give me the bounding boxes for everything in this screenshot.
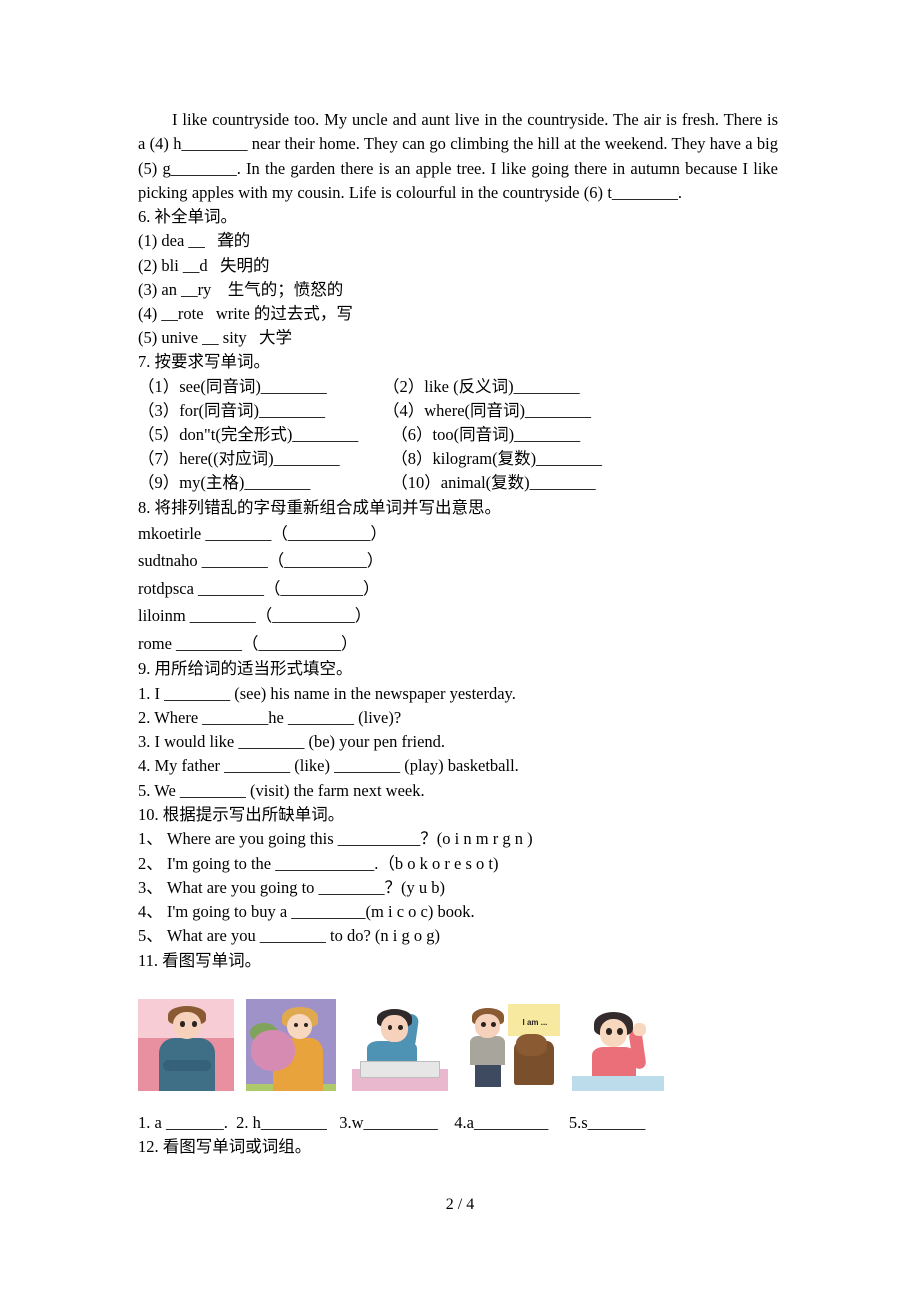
exercise-7-title: 7. 按要求写单词。 (138, 352, 270, 372)
exercise-11-picture-strip: I am ... (138, 998, 778, 1099)
exercise-9-item: 4. My father ________ (like) ________ (p… (138, 756, 519, 776)
exercise-10-item: 5、 What are you ________ to do? (n i g o… (138, 926, 440, 946)
page-content: I like countryside too. My uncle and aun… (138, 108, 778, 1159)
exercise-6-title: 6. 补全单词。 (138, 207, 237, 227)
picture-woman-with-flowers (246, 998, 336, 1091)
exercise-7-item-left: （7）here((对应词)________ (138, 449, 340, 469)
exercise-7: 7. 按要求写单词。 （1）see(同音词)________ （2）like (… (138, 350, 778, 495)
exercise-7-item-right: （4）where(同音词)________ (383, 400, 592, 420)
exercise-10-title: 10. 根据提示写出所缺单词。 (138, 805, 345, 825)
exercise-6-item: (4) __rote write 的过去式，写 (138, 304, 353, 323)
speech-bubble-text: I am ... (522, 1017, 548, 1027)
exercise-7-item-left: （1）see(同音词)________ (138, 376, 327, 396)
exercise-9-item: 1. I ________ (see) his name in the news… (138, 683, 516, 703)
exercise-8: 8. 将排列错乱的字母重新组合成单词并写出意思。 mkoetirle _____… (138, 496, 778, 658)
exercise-10: 10. 根据提示写出所缺单词。 1、 Where are you going t… (138, 803, 778, 949)
exercise-7-item-left: （9）my(主格)________ (138, 473, 311, 493)
exercise-9-item: 5. We ________ (visit) the farm next wee… (138, 780, 425, 800)
exercise-7-item-right: （10）animal(复数)________ (383, 473, 596, 493)
exercise-8-item: sudtnaho ________（__________） (138, 551, 384, 571)
picture-girl-raising-hand (572, 998, 664, 1091)
exercise-9: 9. 用所给词的适当形式填空。 1. I ________ (see) his … (138, 657, 778, 803)
exercise-11: 11. 看图写单词。 I am ... 1. a _______. 2. h__… (138, 949, 778, 1136)
exercise-8-item: rotdpsca ________（__________） (138, 578, 380, 598)
exercise-7-row: （1）see(同音词)________ （2）like (反义词)_______… (138, 375, 778, 399)
exercise-10-item: 1、 Where are you going this __________？(… (138, 829, 533, 849)
exercise-11-answer-line: 1. a _______. 2. h________ 3.w_________ … (138, 1112, 646, 1132)
exercise-7-item-right: （6）too(同音词)________ (383, 425, 581, 445)
exercise-12: 12. 看图写单词或词组。 (138, 1135, 778, 1159)
reading-passage: I like countryside too. My uncle and aun… (138, 110, 778, 202)
exercise-9-item: 3. I would like ________ (be) your pen f… (138, 732, 446, 752)
exercise-10-item: 3、 What are you going to ________？(y u b… (138, 877, 446, 897)
exercise-7-item-right: （2）like (反义词)________ (383, 376, 580, 396)
exercise-7-item-right: （8）kilogram(复数)________ (383, 449, 603, 469)
exercise-7-row: （3）for(同音词)________ （4）where(同音词)_______… (138, 399, 778, 423)
exercise-8-item: mkoetirle ________（__________） (138, 523, 387, 543)
exercise-8-item: rome ________（__________） (138, 633, 358, 653)
picture-boy-arms-crossed (138, 998, 234, 1091)
exercise-6-item: (2) bli __d 失明的 (138, 255, 270, 275)
exercise-6-item: (3) an __ry 生气的；愤怒的 (138, 279, 344, 299)
exercise-6-item: (1) dea __ 聋的 (138, 231, 251, 251)
exercise-10-item: 4、 I'm going to buy a _________(m i c o … (138, 902, 475, 922)
exercise-6-item: (5) unive __ sity 大学 (138, 328, 292, 348)
exercise-7-row: （7）here((对应词)________ （8）kilogram(复数)___… (138, 447, 778, 471)
picture-boy-scratching-head (352, 998, 448, 1091)
exercise-8-title: 8. 将排列错乱的字母重新组合成单词并写出意思。 (138, 497, 501, 517)
picture-boy-afraid-of-dog: I am ... (458, 998, 562, 1091)
exercise-7-row: （5）don"t(完全形式)________ （6）too(同音词)______… (138, 423, 778, 447)
exercise-9-item: 2. Where ________he ________ (live)? (138, 707, 402, 727)
exercise-7-item-left: （5）don"t(完全形式)________ (138, 425, 359, 445)
exercise-10-item: 2、 I'm going to the ____________.（b o k … (138, 853, 499, 873)
exercise-7-row: （9）my(主格)________ （10）animal(复数)________ (138, 471, 778, 495)
worksheet-page: I like countryside too. My uncle and aun… (0, 0, 920, 1302)
exercise-11-title: 11. 看图写单词。 (138, 950, 262, 970)
exercise-6: 6. 补全单词。 (1) dea __ 聋的 (2) bli __d 失明的 (… (138, 205, 778, 350)
exercise-9-title: 9. 用所给词的适当形式填空。 (138, 659, 353, 679)
page-footer: 2 / 4 (445, 1196, 475, 1213)
exercise-12-title: 12. 看图写单词或词组。 (138, 1137, 312, 1157)
exercise-8-item: liloinm ________（__________） (138, 606, 372, 626)
exercise-7-item-left: （3）for(同音词)________ (138, 400, 325, 420)
